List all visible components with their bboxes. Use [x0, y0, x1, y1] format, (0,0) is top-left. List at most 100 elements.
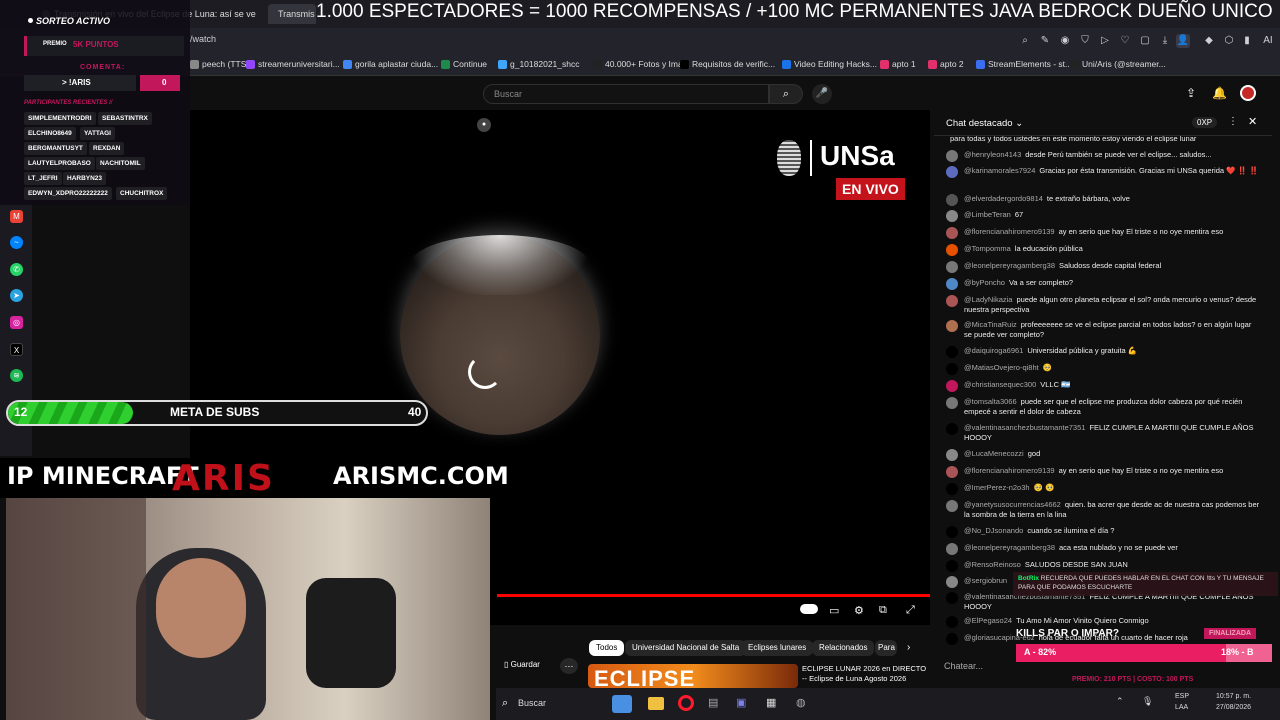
avatar[interactable] [946, 466, 958, 478]
avatar[interactable] [946, 616, 958, 628]
avatar[interactable] [946, 363, 958, 375]
wallet-icon[interactable]: ⬡ [1222, 34, 1236, 48]
message-author[interactable]: @karinamorales7924 [964, 166, 1035, 175]
message-author[interactable]: @No_DJsonando [964, 526, 1023, 535]
bookmark-item[interactable]: g_10182021_shcc [498, 59, 579, 69]
chat-message[interactable]: @tomsalta3066 puede ser que el eclipse me… [946, 397, 1261, 417]
chat-message[interactable]: @RensoReinoso SALUDOS DESDE SAN JUAN [946, 560, 1261, 572]
telegram-icon[interactable]: ➤ [10, 289, 23, 302]
message-author[interactable]: @LimbeTeran [964, 210, 1011, 219]
chip-lunar[interactable]: Eclipses lunares [741, 640, 814, 656]
avatar[interactable] [946, 166, 958, 178]
message-author[interactable]: @christiansequec300 [964, 380, 1036, 389]
chat-message[interactable]: @karinamorales7924 Gracias por ésta trans… [946, 166, 1261, 178]
notifications-icon[interactable]: 🔔 [1212, 86, 1227, 100]
bookmark-item[interactable]: Requisitos de verific... [680, 59, 775, 69]
shield-icon[interactable]: ⛉ [1078, 34, 1092, 48]
avatar[interactable] [946, 295, 958, 307]
search-icon[interactable]: ⌕ [502, 697, 508, 710]
avatar[interactable] [946, 346, 958, 358]
message-author[interactable]: @florencianahiromero9139 [964, 227, 1055, 236]
message-author[interactable]: @florencianahiromero9139 [964, 466, 1055, 475]
chat-message[interactable]: @leonelpereyragamberg38 aca esta nublado … [946, 543, 1261, 555]
chat-message[interactable]: @No_DJsonando cuando se ilumina el día ? [946, 526, 1261, 538]
url-text[interactable]: /watch [190, 34, 216, 44]
more-options-icon[interactable]: ⋯ [560, 658, 578, 674]
clock-date[interactable]: 27/08/2026 [1216, 704, 1251, 711]
address-bar[interactable]: /watch ⌕ ✎ ◉ ⛉ ▷ ♡ ▢ ⤓ 👤 ◆ ⬡ ▮ AI [0, 28, 1280, 54]
bookmark-item[interactable]: peech (TTS... [190, 59, 254, 69]
clock-time[interactable]: 10:57 p. m. [1216, 693, 1251, 700]
chat-message[interactable]: @MatiasOvejero-qi8ht 🥺 [946, 363, 1261, 375]
chip-related[interactable]: Relacionados [812, 640, 875, 656]
chat-message[interactable]: @yanetysusocurrencias4662 quien. ba acrer… [946, 500, 1261, 520]
instagram-icon[interactable]: ◎ [10, 316, 23, 329]
message-author[interactable]: @Tompomma [964, 244, 1011, 253]
opera-icon[interactable] [678, 695, 694, 711]
bookmark-item[interactable]: Uni/Aris (@streamer... [1070, 59, 1166, 69]
avatar[interactable] [946, 397, 958, 409]
message-author[interactable]: @daiquiroga6961 [964, 346, 1023, 355]
search-button[interactable]: ⌕ [769, 84, 803, 104]
chat-message[interactable]: @valentinasanchezbustamante7351 FELIZ CUM… [946, 423, 1261, 443]
chevron-right-icon[interactable]: › [907, 642, 910, 653]
chat-message[interactable]: @daiquiroga6961 Universidad pública y gra… [946, 346, 1261, 358]
avatar[interactable] [946, 592, 958, 604]
bookmark-item[interactable]: StreamElements - st... [976, 59, 1072, 69]
file-explorer-icon[interactable] [648, 697, 664, 710]
avatar[interactable] [946, 483, 958, 495]
avatar[interactable] [946, 150, 958, 162]
progress-bar[interactable] [497, 594, 930, 597]
chip-all[interactable]: Todos [589, 640, 625, 656]
widget-icon[interactable] [612, 695, 632, 713]
tab-transmision[interactable]: Transmis [268, 4, 316, 24]
chat-message[interactable]: para todas y todos ustedes en este momen… [946, 136, 1261, 144]
chat-message[interactable]: @MicaTinaRuiz profeeeeeee se ve el eclips… [946, 320, 1261, 340]
create-icon[interactable]: ⇪ [1186, 86, 1196, 100]
chat-message[interactable]: @florencianahiromero9139 ay en serio que … [946, 227, 1261, 239]
avatar[interactable] [946, 560, 958, 572]
avatar[interactable] [946, 526, 958, 538]
bookmark-item[interactable]: gorila aplastar ciuda... [343, 59, 438, 69]
related-video-thumbnail[interactable]: ECLIPSE [588, 664, 798, 688]
chat-message[interactable]: @LucaMenecozzi god [946, 449, 1261, 461]
message-author[interactable]: @LadyNikazia [964, 295, 1012, 304]
points-badge[interactable]: 0XP [1192, 117, 1218, 128]
chat-message[interactable]: @LimbeTeran 67 [946, 210, 1261, 222]
bookmark-item[interactable]: streameruniversitari... [246, 59, 340, 69]
message-author[interactable]: @valentinasanchezbustamante7351 [964, 423, 1085, 432]
avatar[interactable] [946, 261, 958, 273]
bookmark-item[interactable]: Video Editing Hacks... [782, 59, 877, 69]
gmail-icon[interactable]: M [10, 210, 23, 223]
x-icon[interactable]: X [10, 343, 23, 356]
play-icon[interactable]: ▷ [1098, 34, 1112, 48]
avatar[interactable] [946, 576, 958, 588]
chat-message[interactable]: @christiansequec300 VLLC 🇦🇷 [946, 380, 1261, 392]
sidebar-toggle-icon[interactable]: ▮ [1240, 34, 1254, 48]
profile-icon[interactable]: 👤 [1176, 34, 1190, 48]
fullscreen-icon[interactable]: ⤢ [906, 604, 915, 617]
chip-unsa[interactable]: Universidad Nacional de Salta [625, 640, 747, 656]
app-icon[interactable]: ▤ [708, 696, 718, 709]
message-author[interactable]: @sergiobrun [964, 576, 1007, 585]
message-author[interactable]: @tomsalta3066 [964, 397, 1017, 406]
chat-message[interactable]: @ImerPerez-n2o3h 🥺 🥺 [946, 483, 1261, 495]
extension-icon[interactable]: ◆ [1202, 34, 1216, 48]
avatar[interactable] [946, 278, 958, 290]
bookmark-item[interactable]: Continue [441, 59, 487, 69]
messenger-icon[interactable]: ~ [10, 236, 23, 249]
taskbar-search[interactable]: Buscar [518, 698, 546, 708]
chat-message[interactable]: @henryleon4143 desde Perú también se pued… [946, 150, 1261, 162]
spotify-icon[interactable]: ≋ [10, 369, 23, 382]
message-author[interactable]: @yanetysusocurrencias4662 [964, 500, 1061, 509]
settings-icon[interactable]: ⚙ [854, 604, 864, 617]
bookmark-item[interactable]: 40.000+ Fotos y Imá... [593, 59, 690, 69]
chat-message[interactable]: @byPoncho Va a ser completo? [946, 278, 1261, 290]
avatar[interactable] [946, 500, 958, 512]
download-icon[interactable]: ⤓ [1158, 34, 1172, 48]
close-icon[interactable]: ✕ [1248, 115, 1257, 128]
search-input[interactable]: Buscar [483, 84, 769, 104]
chat-input[interactable]: Chatear... [944, 661, 983, 671]
avatar[interactable] [946, 227, 958, 239]
miniplayer-icon[interactable]: ⧉ [879, 604, 887, 617]
